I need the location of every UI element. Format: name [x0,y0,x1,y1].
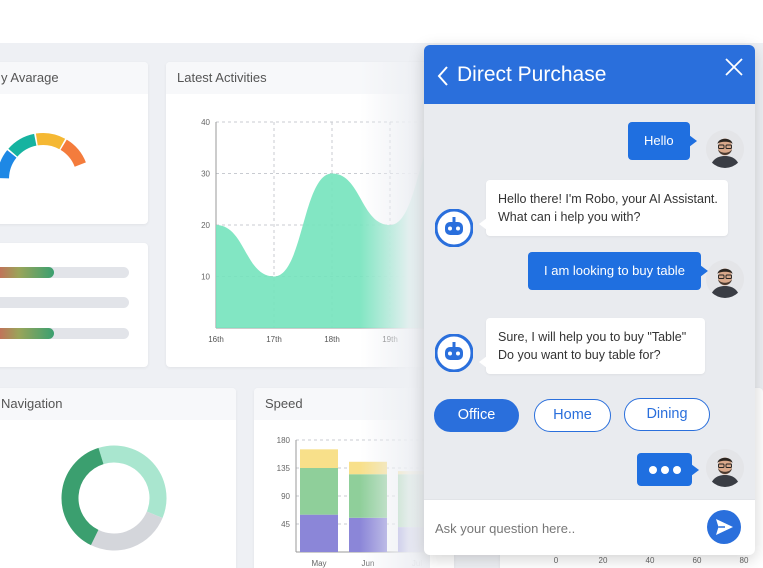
bot-avatar [434,333,474,373]
y-tick-label: 20 [201,221,210,230]
fade-overlay [360,62,430,568]
donut-segment [98,445,167,519]
chat-panel: Direct Purchase Hello Hello there! I'm R [424,45,755,555]
user-avatar-icon [706,260,744,298]
gauge-arcs [0,133,86,179]
user-avatar-icon [706,130,744,168]
progress-bar-3 [0,328,129,339]
x-tick-label: 17th [266,335,282,344]
x-tick-label: 40 [646,556,655,565]
progress-card [0,243,148,367]
bot-message-confirm: Sure, I will help you to buy "Table" Do … [479,318,705,374]
bot-avatar [434,208,474,248]
bot-message-confirm-line2: Do you want to buy table for? [498,348,661,362]
chat-header: Direct Purchase [424,45,755,104]
bar-segment [300,514,338,552]
top-bar [0,0,763,43]
back-chevron-icon[interactable] [436,65,450,87]
typing-indicator [637,453,699,486]
message-composer [424,499,755,555]
robot-icon [434,208,474,248]
navigation-card: Navigation [0,388,236,568]
user-avatar-icon [706,449,744,487]
y-tick-label: 10 [201,273,210,282]
bot-message-greeting-line1: Hello there! I'm Robo, your AI Assistant… [498,192,718,206]
typing-dot [673,466,681,474]
x-tick-label: 16th [208,335,224,344]
question-input[interactable] [435,516,695,540]
gauge-chart [0,133,86,179]
navigation-title: Navigation [0,388,236,420]
bot-message-greeting-line2: What can i help you with? [498,210,641,224]
gauge-segment [35,133,66,150]
typing-dot [661,466,669,474]
x-tick-label: 60 [693,556,702,565]
send-button[interactable] [707,510,741,544]
y-tick-label: 40 [201,118,210,127]
donut-segment [61,447,104,546]
gauge-segment [8,133,37,157]
user-avatar [706,130,744,168]
user-message-buy-table: I am looking to buy table [528,252,708,290]
option-dining-chip[interactable]: Dining [624,398,710,431]
user-avatar [706,449,744,487]
bot-message-confirm-line1: Sure, I will help you to buy "Table" [498,330,687,344]
progress-fill-3 [0,328,54,339]
x-tick-label: 20 [599,556,608,565]
average-card: y Avarage [0,62,148,224]
average-card-title: y Avarage [0,62,148,94]
option-home-chip[interactable]: Home [534,399,611,432]
progress-fill-1 [0,267,54,278]
gauge-segment [0,150,17,179]
donut-segment [90,511,163,551]
user-avatar [706,260,744,298]
x-tick-label: 80 [740,556,749,565]
navigation-donut-chart [61,445,167,551]
chat-title: Direct Purchase [457,63,607,86]
robot-icon [434,333,474,373]
close-icon[interactable] [725,58,743,76]
x-tick-label: May [311,559,326,568]
progress-bar-1 [0,267,129,278]
x-tick-label: 18th [324,335,340,344]
gauge-segment [60,139,86,168]
x-tick-label: 0 [554,556,559,565]
y-tick-label: 90 [281,492,290,501]
bar-segment [300,449,338,468]
y-tick-label: 45 [281,520,290,529]
y-tick-label: 180 [277,436,291,445]
send-icon [716,519,733,535]
progress-bar-2 [0,297,129,308]
option-office-chip[interactable]: Office [434,399,519,432]
user-message-hello: Hello [628,122,697,160]
typing-dot [649,466,657,474]
y-tick-label: 135 [277,464,291,473]
bar-segment [300,468,338,515]
bot-message-greeting: Hello there! I'm Robo, your AI Assistant… [479,180,728,236]
y-tick-label: 30 [201,170,210,179]
